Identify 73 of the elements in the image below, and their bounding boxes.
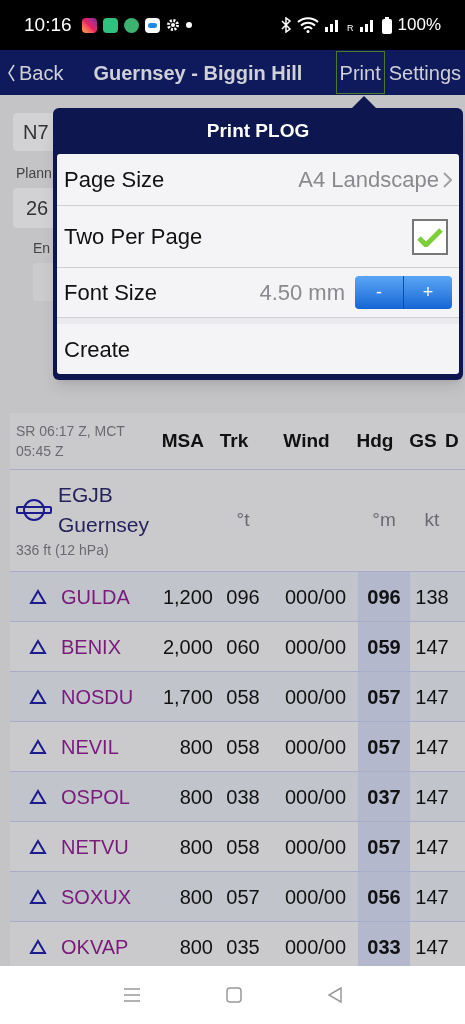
en-label: En [32,239,51,258]
waypoint-name: GULDA [61,584,130,610]
table-cell-text: 096 [225,584,261,610]
row-value: A4 Landscape [298,166,439,194]
airport-elevation: 336 ft (12 hPa) [16,541,110,560]
battery-level: 100% [397,14,441,37]
heading-cell: 057 [358,722,410,771]
table-cell-text: 1,200 [161,584,213,610]
speed-unit: kt [423,508,441,533]
table-cell-text: 035 [225,934,261,960]
waypoint-name: BENIX [61,634,122,660]
row-label: Page Size [64,166,165,194]
table-cell-text: 147 [414,884,450,910]
airport-code: EGJB [58,482,114,508]
waypoint-name: SOXUX [61,884,132,910]
row-label: Font Size [64,279,157,307]
table-cell-text: 800 [178,834,213,860]
table-cell-text: 1,700 [161,684,213,710]
waypoint-name: NETVU [61,834,129,860]
planned-label: Plann [15,164,52,183]
popover-title: Print PLOG [206,118,310,143]
table-cell-text: 800 [178,784,213,810]
table-cell-text: 800 [178,884,213,910]
table-cell-text: 147 [414,784,450,810]
table-cell-text: 060 [225,634,261,660]
table-cell-text: 2,000 [161,634,213,660]
heading-cell: 033 [358,922,410,966]
table-cell-text: 147 [414,934,450,960]
column-header: Trk [218,428,250,453]
airport-name: Guernsey [58,512,150,538]
heading-cell: 056 [358,872,410,921]
screen-title: Guernsey - Biggin Hill [93,60,303,86]
table-cell-text: 000/00 [283,684,348,710]
table-cell-text: 147 [414,684,450,710]
table-cell-text: 000/00 [283,634,348,660]
table-cell-text: 000/00 [283,584,348,610]
table-cell-text: 800 [178,934,213,960]
waypoint-name: NOSDU [61,684,134,710]
table-cell-text: 000/00 [283,934,348,960]
table-cell-text: 057 [225,884,261,910]
table-cell-text: 147 [414,734,450,760]
table-cell-text: 000/00 [283,834,348,860]
row-label: Two Per Page [64,223,203,251]
roaming-indicator: R [347,22,354,36]
table-cell-text: 800 [178,734,213,760]
heading-cell: 037 [358,772,410,821]
font-size-value: 4.50 mm [259,279,345,307]
heading-cell: 057 [358,822,410,871]
column-header: GS [408,428,438,453]
table-cell-text: 000/00 [283,884,348,910]
column-header: Wind [282,428,331,453]
table-cell-text: 138 [414,584,450,610]
table-cell-text: 147 [414,834,450,860]
waypoint-name: OKVAP [61,934,129,960]
table-cell-text: 000/00 [283,784,348,810]
table-cell-text: 058 [225,834,261,860]
sun-times: SR 06:17 Z, MCT 05:45 Z [16,422,126,461]
heading-cell: 059 [358,622,410,671]
heading-cell: 057 [358,672,410,721]
table-cell-text: 000/00 [283,734,348,760]
clock: 10:16 [24,12,72,37]
table-cell-text: 147 [414,634,450,660]
column-header: Hdg [355,428,395,453]
heading-unit: °m [371,508,397,533]
column-header: MSA [160,428,204,453]
waypoint-name: OSPOL [61,784,130,810]
heading-cell: 096 [358,572,410,621]
table-cell-text: 058 [225,734,261,760]
column-header: D [445,428,460,453]
track-unit: °t [235,508,251,533]
table-cell-text: 038 [225,784,261,810]
waypoint-name: NEVIL [61,734,119,760]
table-cell-text: 058 [225,684,261,710]
